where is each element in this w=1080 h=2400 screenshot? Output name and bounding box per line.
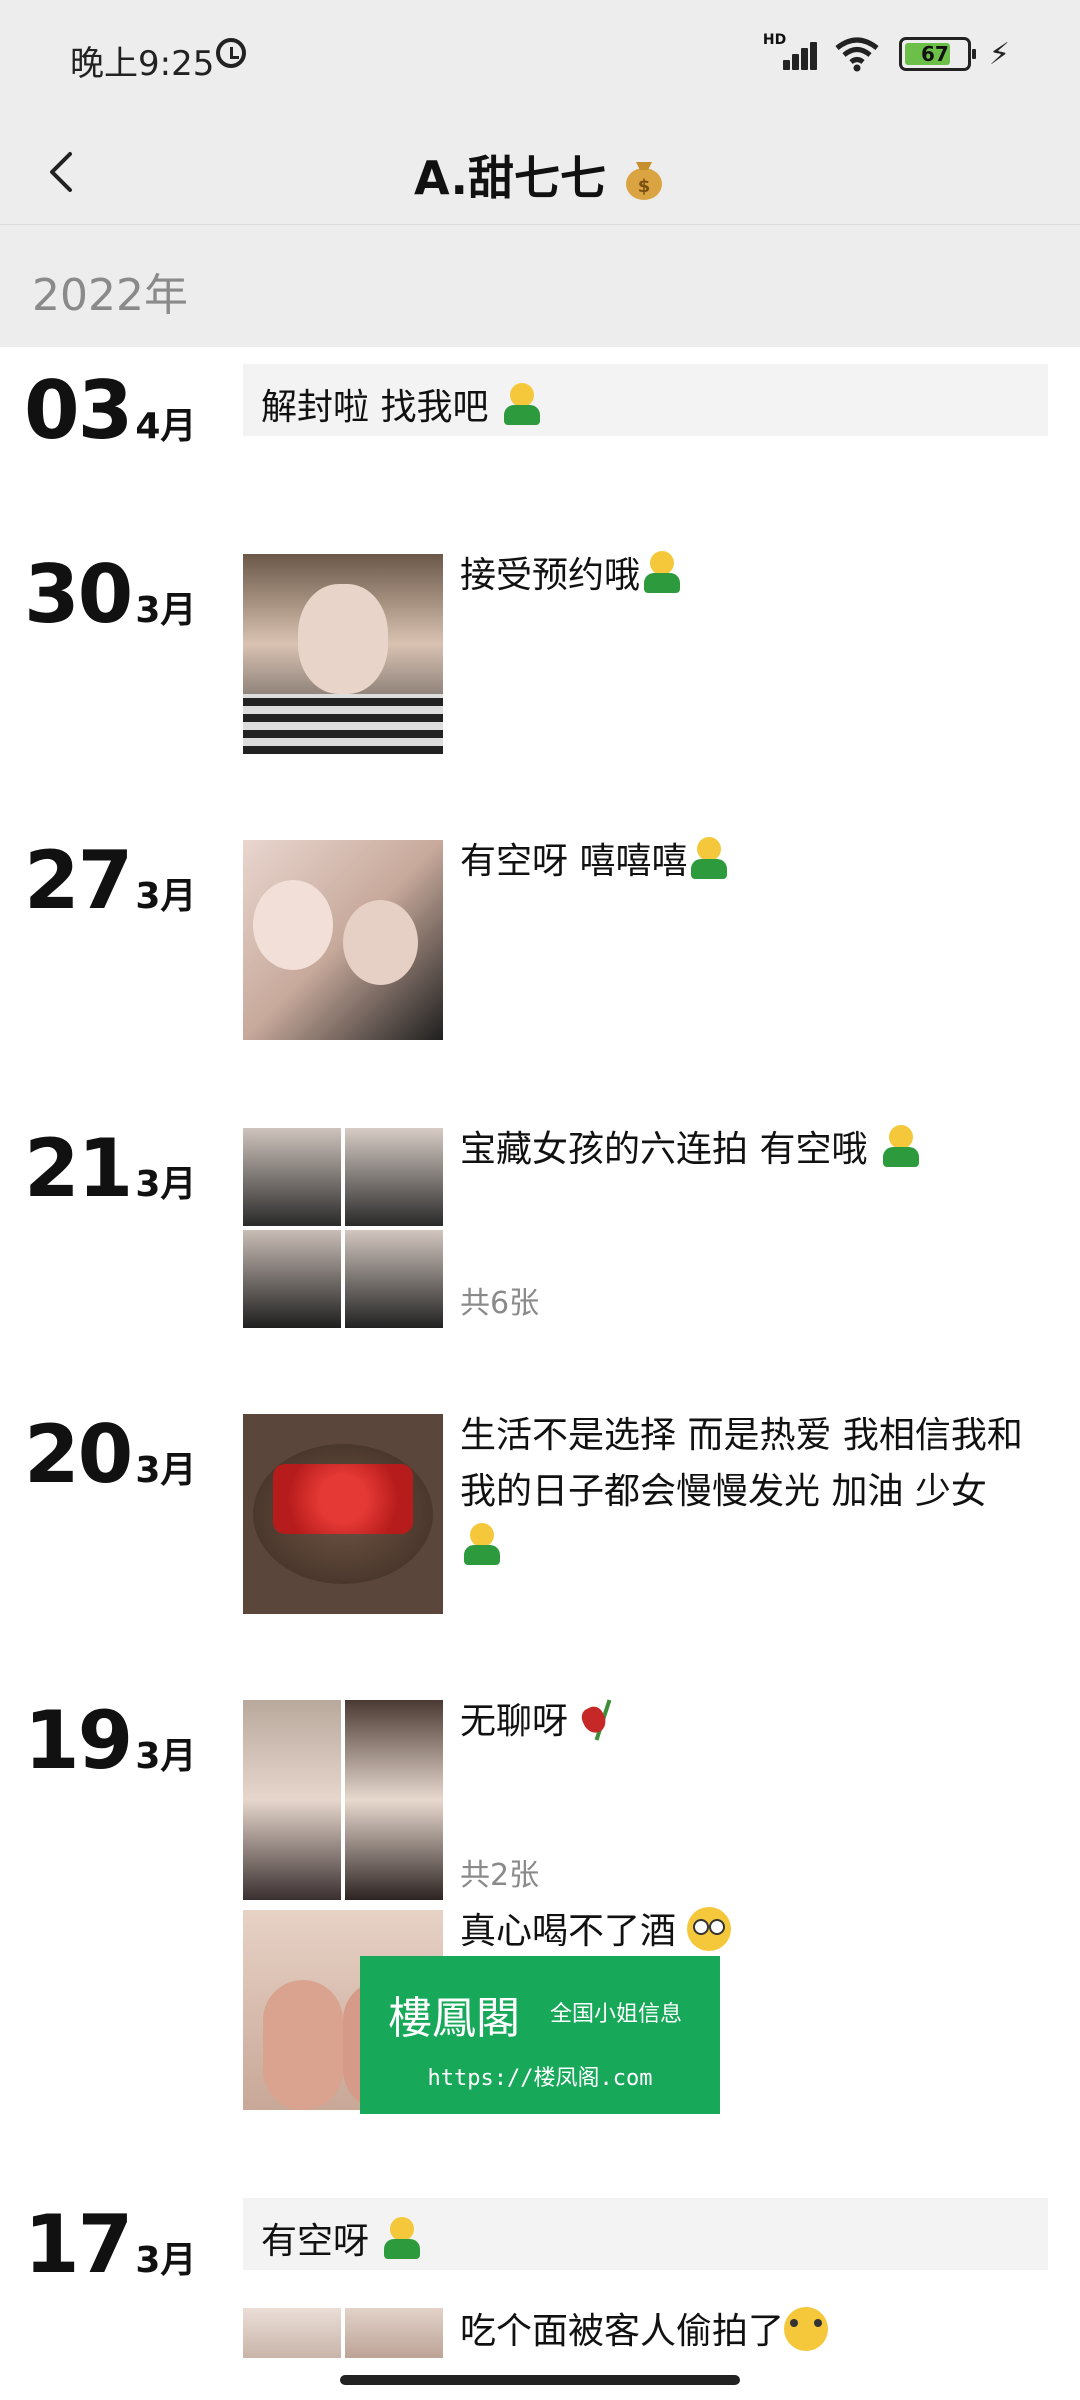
entry-date: 30 3月 bbox=[24, 548, 196, 641]
post-caption: 无聊呀 bbox=[460, 1694, 1050, 1750]
home-indicator[interactable] bbox=[340, 2375, 740, 2385]
entry-month: 3月 bbox=[135, 876, 197, 917]
battery-level: 67 bbox=[921, 42, 949, 66]
cellular-signal-icon: HD bbox=[763, 32, 817, 72]
wifi-icon bbox=[833, 36, 881, 72]
post-caption: 吃个面被客人偷拍了 bbox=[460, 2304, 1050, 2360]
entry-month: 3月 bbox=[135, 1164, 197, 1205]
entry-day: 17 bbox=[24, 2198, 133, 2291]
status-time: 晚上9:25 bbox=[70, 44, 215, 84]
year-header: 2022年 bbox=[0, 224, 1080, 347]
entry-date: 17 3月 bbox=[24, 2198, 196, 2291]
text-post[interactable]: 有空呀 bbox=[243, 2198, 1048, 2270]
entry-day: 03 bbox=[24, 364, 133, 457]
watermark-title: 樓鳳閣 bbox=[388, 1993, 520, 2044]
entry-date: 27 3月 bbox=[24, 834, 196, 927]
entry-month: 3月 bbox=[135, 2240, 197, 2281]
person-emoji-icon bbox=[640, 551, 684, 595]
entry-day: 27 bbox=[24, 834, 133, 927]
svg-text:$: $ bbox=[638, 176, 651, 197]
money-bag-icon: $ bbox=[625, 162, 662, 200]
caption-text: 真心喝不了酒 bbox=[460, 1911, 688, 1952]
post-caption: 有空呀 嘻嘻嘻 bbox=[460, 834, 1050, 890]
post-photo[interactable] bbox=[243, 1414, 443, 1614]
text-post[interactable]: 解封啦 找我吧 bbox=[243, 364, 1048, 436]
post-photo[interactable] bbox=[243, 554, 443, 754]
page-title-text: A.甜七七 bbox=[414, 151, 606, 205]
entry-day: 19 bbox=[24, 1694, 133, 1787]
photo-count: 共2张 bbox=[460, 1858, 540, 1893]
entry-day: 21 bbox=[24, 1122, 133, 1215]
person-emoji-icon bbox=[380, 2217, 424, 2261]
caption-text: 接受预约哦 bbox=[460, 555, 641, 596]
post-text: 有空呀 bbox=[261, 2221, 381, 2262]
frowning-face-emoji-icon bbox=[784, 2307, 829, 2351]
entry-date: 20 3月 bbox=[24, 1408, 196, 1501]
caption-text: 有空呀 嘻嘻嘻 bbox=[460, 841, 688, 882]
post-caption: 生活不是选择 而是热爱 我相信我和我的日子都会慢慢发光 加油 少女 bbox=[460, 1408, 1050, 1576]
entry-month: 3月 bbox=[135, 1736, 197, 1777]
entry-month: 4月 bbox=[135, 406, 197, 447]
entry-date: 21 3月 bbox=[24, 1122, 196, 1215]
entry-day: 30 bbox=[24, 548, 133, 641]
watermark-overlay: 樓鳳閣 全国小姐信息 https://楼凤阁.com bbox=[360, 1956, 720, 2114]
caption-text: 吃个面被客人偷拍了 bbox=[460, 2311, 785, 2352]
photo-count: 共6张 bbox=[460, 1286, 540, 1321]
person-emoji-icon bbox=[687, 837, 731, 881]
caption-text: 宝藏女孩的六连拍 有空哦 bbox=[460, 1129, 879, 1170]
year-label: 2022年 bbox=[32, 270, 188, 321]
entry-month: 3月 bbox=[135, 590, 197, 631]
watermark-url: https://楼凤阁.com bbox=[427, 2066, 653, 2091]
entry-day: 20 bbox=[24, 1408, 133, 1501]
post-photo-grid[interactable] bbox=[243, 1128, 443, 1328]
caption-text: 无聊呀 bbox=[460, 1701, 580, 1742]
wilted-flower-icon bbox=[578, 1695, 623, 1743]
post-caption: 宝藏女孩的六连拍 有空哦 bbox=[460, 1122, 1050, 1178]
status-bar: 晚上9:25 HD 67 ⚡ bbox=[0, 0, 1080, 120]
entry-date: 03 4月 bbox=[24, 364, 196, 457]
post-photo[interactable] bbox=[243, 840, 443, 1040]
page-title: A.甜七七 $ bbox=[0, 142, 1080, 208]
post-text: 解封啦 找我吧 bbox=[261, 387, 489, 428]
battery-icon: 67 bbox=[898, 37, 976, 71]
entry-date: 19 3月 bbox=[24, 1694, 196, 1787]
caption-text: 生活不是选择 而是热爱 我相信我和我的日子都会慢慢发光 加油 少女 bbox=[460, 1415, 1023, 1512]
post-photo-grid[interactable] bbox=[243, 2308, 443, 2358]
person-emoji-icon bbox=[460, 1523, 504, 1567]
post-caption: 真心喝不了酒 bbox=[460, 1904, 1050, 1960]
post-photo-grid[interactable] bbox=[243, 1700, 443, 1900]
entry-month: 3月 bbox=[135, 1450, 197, 1491]
person-emoji-icon bbox=[500, 383, 544, 427]
charging-icon: ⚡ bbox=[988, 36, 1010, 72]
post-caption: 接受预约哦 bbox=[460, 548, 1050, 604]
person-emoji-icon bbox=[879, 1125, 923, 1169]
watermark-subtitle: 全国小姐信息 bbox=[550, 2002, 683, 2027]
status-icons: HD 67 ⚡ bbox=[763, 32, 1010, 72]
title-bar: A.甜七七 $ bbox=[0, 120, 1080, 224]
alarm-icon bbox=[216, 38, 246, 68]
network-type-label: HD bbox=[762, 32, 787, 48]
tearful-face-emoji-icon bbox=[687, 1907, 732, 1951]
